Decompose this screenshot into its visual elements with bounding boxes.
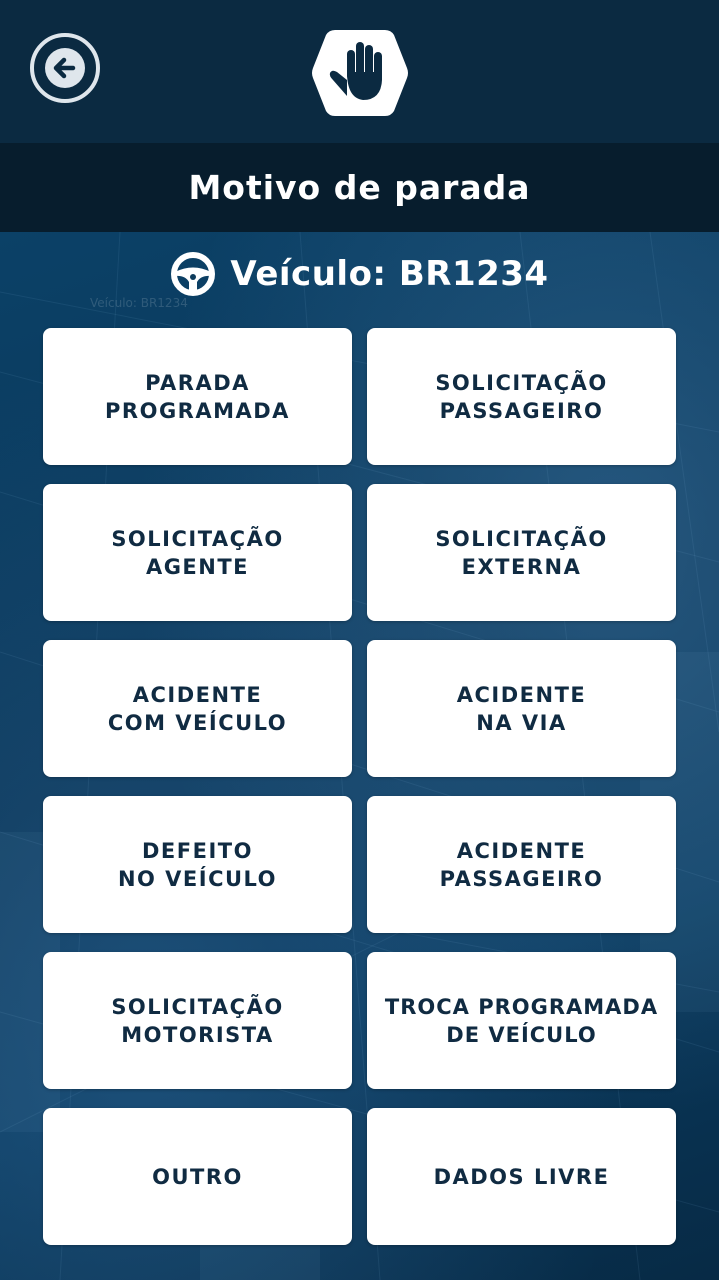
reason-button-parada-programada[interactable]: PARADA PROGRAMADA bbox=[43, 328, 352, 465]
reason-button-solicitacao-motorista[interactable]: SOLICITAÇÃO MOTORISTA bbox=[43, 952, 352, 1089]
stop-hand-icon bbox=[312, 30, 408, 116]
reason-button-acidente-passageiro[interactable]: ACIDENTE PASSAGEIRO bbox=[367, 796, 676, 933]
reason-button-solicitacao-passageiro[interactable]: SOLICITAÇÃO PASSAGEIRO bbox=[367, 328, 676, 465]
vehicle-info: Veículo: BR1234 bbox=[0, 245, 719, 303]
page-title: Motivo de parada bbox=[188, 168, 531, 207]
reason-button-dados-livre[interactable]: DADOS LIVRE bbox=[367, 1108, 676, 1245]
app-header bbox=[0, 0, 719, 143]
title-bar: Motivo de parada bbox=[0, 143, 719, 232]
vehicle-watermark: Veículo: BR1234 bbox=[90, 296, 188, 310]
reason-button-acidente-na-via[interactable]: ACIDENTE NA VIA bbox=[367, 640, 676, 777]
reason-grid: PARADA PROGRAMADA SOLICITAÇÃO PASSAGEIRO… bbox=[43, 328, 676, 1245]
back-button[interactable] bbox=[30, 33, 100, 103]
logo bbox=[311, 28, 409, 118]
reason-button-outro[interactable]: OUTRO bbox=[43, 1108, 352, 1245]
reason-button-defeito-no-veiculo[interactable]: DEFEITO NO VEÍCULO bbox=[43, 796, 352, 933]
reason-button-solicitacao-externa[interactable]: SOLICITAÇÃO EXTERNA bbox=[367, 484, 676, 621]
steering-wheel-icon bbox=[171, 252, 216, 296]
vehicle-label: Veículo: BR1234 bbox=[230, 254, 549, 294]
reason-button-acidente-com-veiculo[interactable]: ACIDENTE COM VEÍCULO bbox=[43, 640, 352, 777]
reason-button-solicitacao-agente[interactable]: SOLICITAÇÃO AGENTE bbox=[43, 484, 352, 621]
arrow-left-icon bbox=[45, 48, 85, 88]
reason-button-troca-programada-de-veiculo[interactable]: TROCA PROGRAMADA DE VEÍCULO bbox=[367, 952, 676, 1089]
